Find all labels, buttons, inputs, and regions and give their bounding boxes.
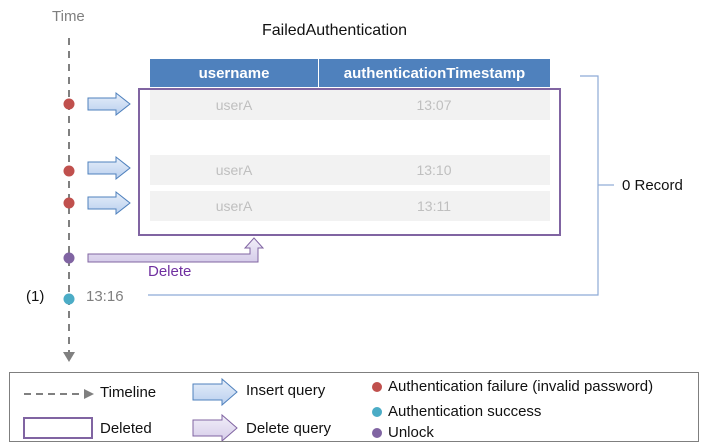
insert-arrow-1311 — [87, 190, 131, 216]
failure-event-dot — [63, 98, 75, 110]
legend-auth-success-label: Authentication success — [388, 403, 542, 420]
column-header-timestamp: authenticationTimestamp — [318, 59, 550, 87]
delete-query-label: Delete — [148, 263, 192, 280]
failure-event-dot — [63, 197, 75, 209]
event-marker-label: (1) — [26, 288, 45, 305]
insert-arrow-1307 — [87, 91, 131, 117]
unlock-event-dot — [63, 252, 75, 264]
event-time-label: 13:16 — [86, 288, 124, 305]
legend-auth-failure-label: Authentication failure (invalid password… — [388, 378, 654, 395]
success-event-dot — [63, 293, 75, 305]
legend-timeline-label: Timeline — [100, 384, 157, 401]
timeline-arrowhead — [63, 352, 75, 362]
record-count-label: 0 Record — [622, 177, 683, 194]
legend-deleted-label: Deleted — [100, 420, 152, 437]
deleted-region — [138, 88, 561, 236]
table-title: FailedAuthentication — [262, 22, 407, 39]
insert-arrow-1310 — [87, 155, 131, 181]
delete-arrow — [87, 237, 265, 263]
legend-insert-query-label: Insert query — [246, 382, 326, 399]
legend-delete-query-label: Delete query — [246, 420, 332, 437]
legend-unlock-label: Unlock — [388, 424, 434, 441]
column-header-username: username — [150, 59, 318, 87]
failure-event-dot — [63, 165, 75, 177]
